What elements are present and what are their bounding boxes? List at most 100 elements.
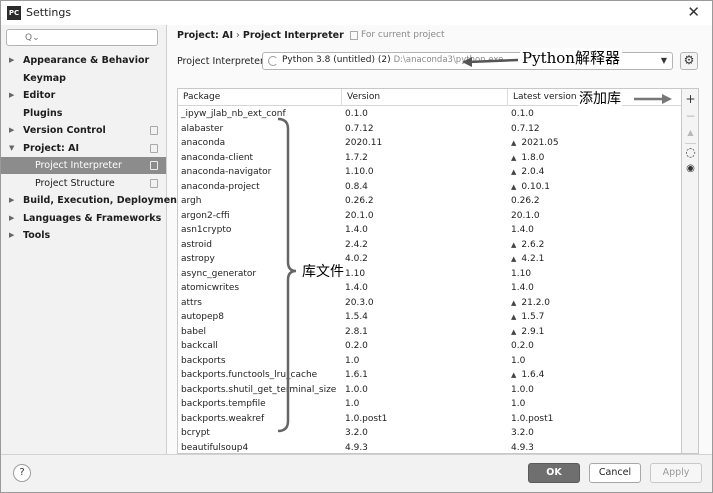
package-version: 20.3.0	[345, 297, 374, 308]
sidebar-item-project-interpreter[interactable]: Project Interpreter	[1, 157, 166, 174]
table-row[interactable]: backports 1.0 1.0	[178, 354, 681, 369]
package-name: backports	[181, 355, 226, 366]
table-row[interactable]: atomicwrites 1.4.0 1.4.0	[178, 281, 681, 296]
table-row[interactable]: async_generator 1.10 1.10	[178, 267, 681, 282]
column-header-version[interactable]: Version	[342, 89, 508, 106]
table-row[interactable]: alabaster 0.7.12 0.7.12	[178, 122, 681, 137]
expand-arrow-icon[interactable]: ▶	[9, 52, 14, 69]
show-early-releases-icon[interactable]: ◉	[684, 162, 697, 176]
table-row[interactable]: anaconda-client 1.7.2 ▲ 1.8.0	[178, 151, 681, 166]
sidebar-item-keymap[interactable]: Keymap	[1, 70, 166, 87]
gear-icon[interactable]: ⚙	[680, 52, 698, 70]
sidebar-item-plugins[interactable]: Plugins	[1, 105, 166, 122]
sidebar-item-appearance[interactable]: ▶ Appearance & Behavior	[1, 52, 166, 69]
table-row[interactable]: asn1crypto 1.4.0 1.4.0	[178, 223, 681, 238]
table-row[interactable]: argh 0.26.2 0.26.2	[178, 194, 681, 209]
package-name: asn1crypto	[181, 225, 232, 235]
window-title: Settings	[26, 6, 72, 19]
sidebar-search[interactable]	[6, 29, 158, 46]
expand-arrow-icon[interactable]: ▶	[9, 122, 14, 139]
package-version: 1.7.2	[345, 152, 368, 163]
sidebar-item-project-structure[interactable]: Project Structure	[1, 175, 166, 192]
package-version: 1.4.0	[345, 225, 368, 235]
cancel-button[interactable]: Cancel	[589, 463, 641, 483]
latest-version-value: 1.10	[511, 268, 532, 279]
table-row[interactable]: backcall 0.2.0 0.2.0	[178, 339, 681, 354]
scope-label: For current project	[361, 30, 445, 40]
pycharm-logo-icon: PC	[7, 6, 21, 20]
latest-version-value: 1.8.0	[521, 152, 545, 163]
table-row[interactable]: astropy 4.0.2 ▲ 4.2.1	[178, 252, 681, 267]
package-latest-version: 4.9.3	[511, 441, 534, 454]
latest-version-value: 1.6.4	[521, 370, 545, 380]
sidebar-item-tools[interactable]: ▶ Tools	[1, 227, 166, 244]
table-row[interactable]: anaconda 2020.11 ▲ 2021.05	[178, 136, 681, 151]
package-version: 0.8.4	[345, 181, 368, 192]
table-row[interactable]: anaconda-project 0.8.4 ▲ 0.10.1	[178, 180, 681, 195]
package-name: attrs	[181, 297, 202, 308]
package-latest-version: ▲ 2021.05	[511, 136, 559, 151]
package-name: _ipyw_jlab_nb_ext_conf	[181, 109, 286, 119]
upgrade-available-icon: ▲	[511, 313, 517, 321]
expand-arrow-icon[interactable]: ▶	[9, 227, 14, 244]
latest-version-value: 4.2.1	[521, 254, 545, 264]
close-icon[interactable]: ✕	[687, 3, 700, 21]
sidebar-item-editor[interactable]: ▶ Editor	[1, 87, 166, 104]
ok-button[interactable]: OK	[528, 463, 580, 483]
annotation-interpreter: Python解释器	[520, 48, 622, 68]
expand-arrow-icon[interactable]: ▶	[9, 210, 14, 227]
collapse-arrow-icon[interactable]: ▼	[9, 140, 14, 157]
package-toolbar: + − ▲ ◌ ◉	[682, 88, 699, 454]
package-latest-version: 0.2.0	[511, 339, 534, 354]
column-header-package[interactable]: Package	[178, 89, 342, 106]
upgrade-package-button[interactable]: ▲	[684, 126, 697, 140]
package-latest-version: ▲ 2.9.1	[511, 325, 544, 340]
package-version: 1.10	[345, 268, 366, 279]
packages-table[interactable]: Package Version Latest version _ipyw_jla…	[177, 88, 682, 454]
package-name: atomicwrites	[181, 283, 240, 293]
help-button[interactable]: ?	[13, 464, 31, 482]
table-row[interactable]: anaconda-navigator 1.10.0 ▲ 2.0.4	[178, 165, 681, 180]
table-row[interactable]: attrs 20.3.0 ▲ 21.2.0	[178, 296, 681, 311]
table-row[interactable]: _ipyw_jlab_nb_ext_conf 0.1.0 0.1.0	[178, 107, 681, 122]
upgrade-available-icon: ▲	[511, 153, 517, 162]
apply-button[interactable]: Apply	[650, 463, 702, 483]
sidebar-item-languages[interactable]: ▶ Languages & Frameworks	[1, 210, 166, 227]
chevron-down-icon[interactable]: ▼	[661, 56, 667, 65]
breadcrumb-project[interactable]: Project: AI	[177, 30, 233, 41]
package-name: anaconda-project	[181, 181, 260, 192]
table-row[interactable]: argon2-cffi 20.1.0 20.1.0	[178, 209, 681, 224]
sidebar-item-label: Editor	[23, 90, 56, 101]
package-version: 2020.11	[345, 138, 383, 148]
sidebar-item-build[interactable]: ▶ Build, Execution, Deployment	[1, 192, 181, 209]
remove-package-button[interactable]: −	[684, 109, 697, 123]
interpreter-label: Project Interpreter:	[177, 56, 267, 67]
package-name: autopep8	[181, 312, 224, 322]
settings-sidebar: ▶ Appearance & Behavior Keymap ▶ Editor …	[1, 25, 181, 454]
table-row[interactable]: bcrypt 3.2.0 3.2.0	[178, 426, 681, 441]
table-row[interactable]: backports.tempfile 1.0 1.0	[178, 397, 681, 412]
package-latest-version: ▲ 2.6.2	[511, 238, 544, 253]
table-row[interactable]: beautifulsoup4 4.9.3 4.9.3	[178, 441, 681, 454]
upgrade-available-icon: ▲	[511, 139, 517, 147]
package-version: 1.6.1	[345, 370, 368, 380]
table-row[interactable]: backports.weakref 1.0.post1 1.0.post1	[178, 412, 681, 427]
table-row[interactable]: astroid 2.4.2 ▲ 2.6.2	[178, 238, 681, 253]
expand-arrow-icon[interactable]: ▶	[9, 87, 14, 104]
add-package-button[interactable]: +	[684, 92, 697, 106]
search-input[interactable]	[7, 30, 157, 45]
interpreter-name: Python 3.8 (untitled) (2)	[282, 55, 391, 65]
conda-toggle-icon[interactable]: ◌	[684, 145, 697, 159]
table-row[interactable]: babel 2.8.1 ▲ 2.9.1	[178, 325, 681, 340]
package-version: 3.2.0	[345, 428, 368, 438]
table-row[interactable]: autopep8 1.5.4 ▲ 1.5.7	[178, 310, 681, 325]
package-latest-version: 1.0.0	[511, 383, 534, 398]
package-latest-version: ▲ 2.0.4	[511, 165, 544, 180]
expand-arrow-icon[interactable]: ▶	[9, 192, 14, 209]
sidebar-item-project-ai[interactable]: ▼ Project: AI	[1, 140, 166, 157]
table-row[interactable]: backports.shutil_get_terminal_size 1.0.0 1…	[178, 383, 681, 398]
table-row[interactable]: backports.functools_lru_cache 1.6.1 ▲ 1.6.4	[178, 368, 681, 383]
sidebar-item-version-control[interactable]: ▶ Version Control	[1, 122, 166, 139]
project-scope-icon	[150, 143, 158, 153]
latest-version-value: 1.0	[511, 355, 526, 366]
